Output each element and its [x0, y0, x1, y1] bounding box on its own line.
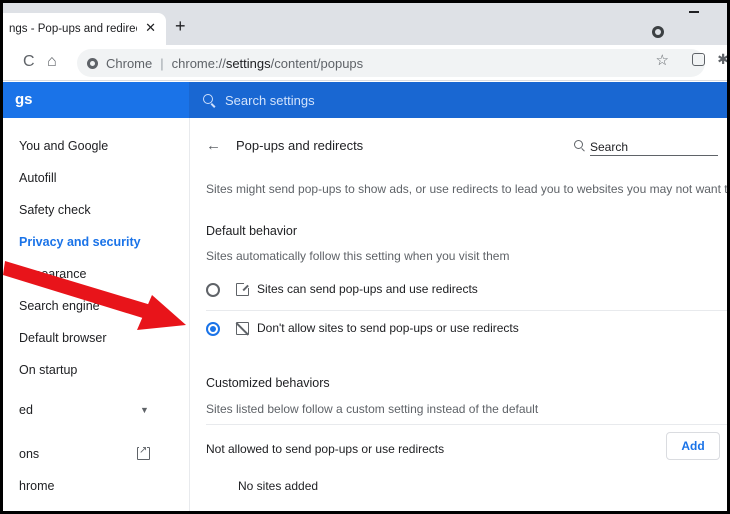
sidebar-item-safety-check[interactable]: Safety check	[19, 203, 91, 217]
sidebar-item-appearance[interactable]: Appearance	[19, 267, 86, 281]
option-block-popups[interactable]: Don't allow sites to send pop-ups or use…	[190, 311, 727, 347]
back-arrow-icon[interactable]: ←	[206, 137, 221, 154]
new-tab-icon[interactable]: +	[175, 17, 186, 35]
browser-window: ngs - Pop-ups and redirects ✕ + C ⌂ Chro…	[0, 0, 730, 514]
search-settings-bar[interactable]: Search settings	[189, 82, 727, 118]
minimize-icon[interactable]	[689, 11, 699, 13]
add-site-button[interactable]: Add	[666, 432, 720, 460]
default-behavior-heading: Default behavior	[206, 224, 298, 238]
radio-unchecked[interactable]	[206, 283, 220, 297]
page-title: Pop-ups and redirects	[236, 138, 364, 153]
sidebar-item-about-chrome[interactable]: hrome	[19, 479, 54, 493]
puzzle-icon[interactable]: ✱	[717, 51, 727, 68]
profile-icon[interactable]	[652, 26, 664, 38]
empty-list-text: No sites added	[238, 479, 319, 493]
page-search-input[interactable]	[590, 138, 718, 156]
default-behavior-subtext: Sites automatically follow this setting …	[206, 249, 510, 263]
settings-header: gs Search settings	[3, 82, 727, 118]
url-text: chrome://settings/content/popups	[171, 55, 364, 71]
settings-title: gs	[15, 91, 33, 108]
main-content: ← Pop-ups and redirects Sites might send…	[189, 118, 730, 511]
chevron-down-icon[interactable]: ▼	[140, 405, 149, 415]
external-link-icon[interactable]	[137, 445, 150, 460]
address-separator: |	[160, 55, 164, 71]
search-settings-input[interactable]: Search settings	[225, 93, 315, 108]
sidebar-item-extensions[interactable]: ons	[19, 447, 39, 461]
home-icon[interactable]: ⌂	[47, 53, 57, 71]
sidebar-item-privacy[interactable]: Privacy and security	[19, 235, 141, 249]
divider	[206, 424, 727, 425]
address-bar[interactable]: Chrome | chrome://settings/content/popup…	[77, 49, 705, 77]
chrome-icon	[87, 57, 98, 69]
search-icon	[574, 140, 585, 151]
extension-icon[interactable]	[692, 53, 705, 66]
toolbar: C ⌂ Chrome | chrome://settings/content/p…	[3, 45, 727, 81]
sidebar-item-you-and-google[interactable]: You and Google	[19, 139, 108, 153]
popup-blocked-icon	[236, 322, 249, 335]
reload-icon[interactable]: C	[23, 53, 35, 71]
page-description: Sites might send pop-ups to show ads, or…	[206, 182, 730, 196]
option-label: Sites can send pop-ups and use redirects	[257, 282, 478, 296]
customized-behaviors-heading: Customized behaviors	[206, 376, 330, 390]
sidebar-item-advanced[interactable]: ed	[19, 403, 33, 417]
search-icon	[203, 94, 215, 106]
tab-title: ngs - Pop-ups and redirects	[9, 23, 137, 35]
bookmark-star-icon[interactable]: ☆	[656, 51, 669, 69]
option-allow-popups[interactable]: Sites can send pop-ups and use redirects	[190, 272, 727, 308]
close-icon[interactable]: ✕	[145, 20, 156, 36]
sidebar-item-search-engine[interactable]: Search engine	[19, 299, 100, 313]
sidebar: You and Google Autofill Safety check Pri…	[3, 118, 189, 511]
sidebar-item-autofill[interactable]: Autofill	[19, 171, 57, 185]
sidebar-item-on-startup[interactable]: On startup	[19, 363, 77, 377]
blocked-list-label: Not allowed to send pop-ups or use redir…	[206, 442, 445, 456]
tab-strip: ngs - Pop-ups and redirects ✕ +	[3, 3, 727, 45]
open-in-new-icon	[236, 282, 250, 296]
customized-behaviors-subtext: Sites listed below follow a custom setti…	[206, 402, 539, 416]
sidebar-item-default-browser[interactable]: Default browser	[19, 331, 107, 345]
radio-checked[interactable]	[206, 322, 220, 336]
site-label: Chrome	[106, 55, 153, 71]
option-label: Don't allow sites to send pop-ups or use…	[257, 321, 519, 335]
tab-popups[interactable]: ngs - Pop-ups and redirects ✕	[3, 13, 166, 45]
